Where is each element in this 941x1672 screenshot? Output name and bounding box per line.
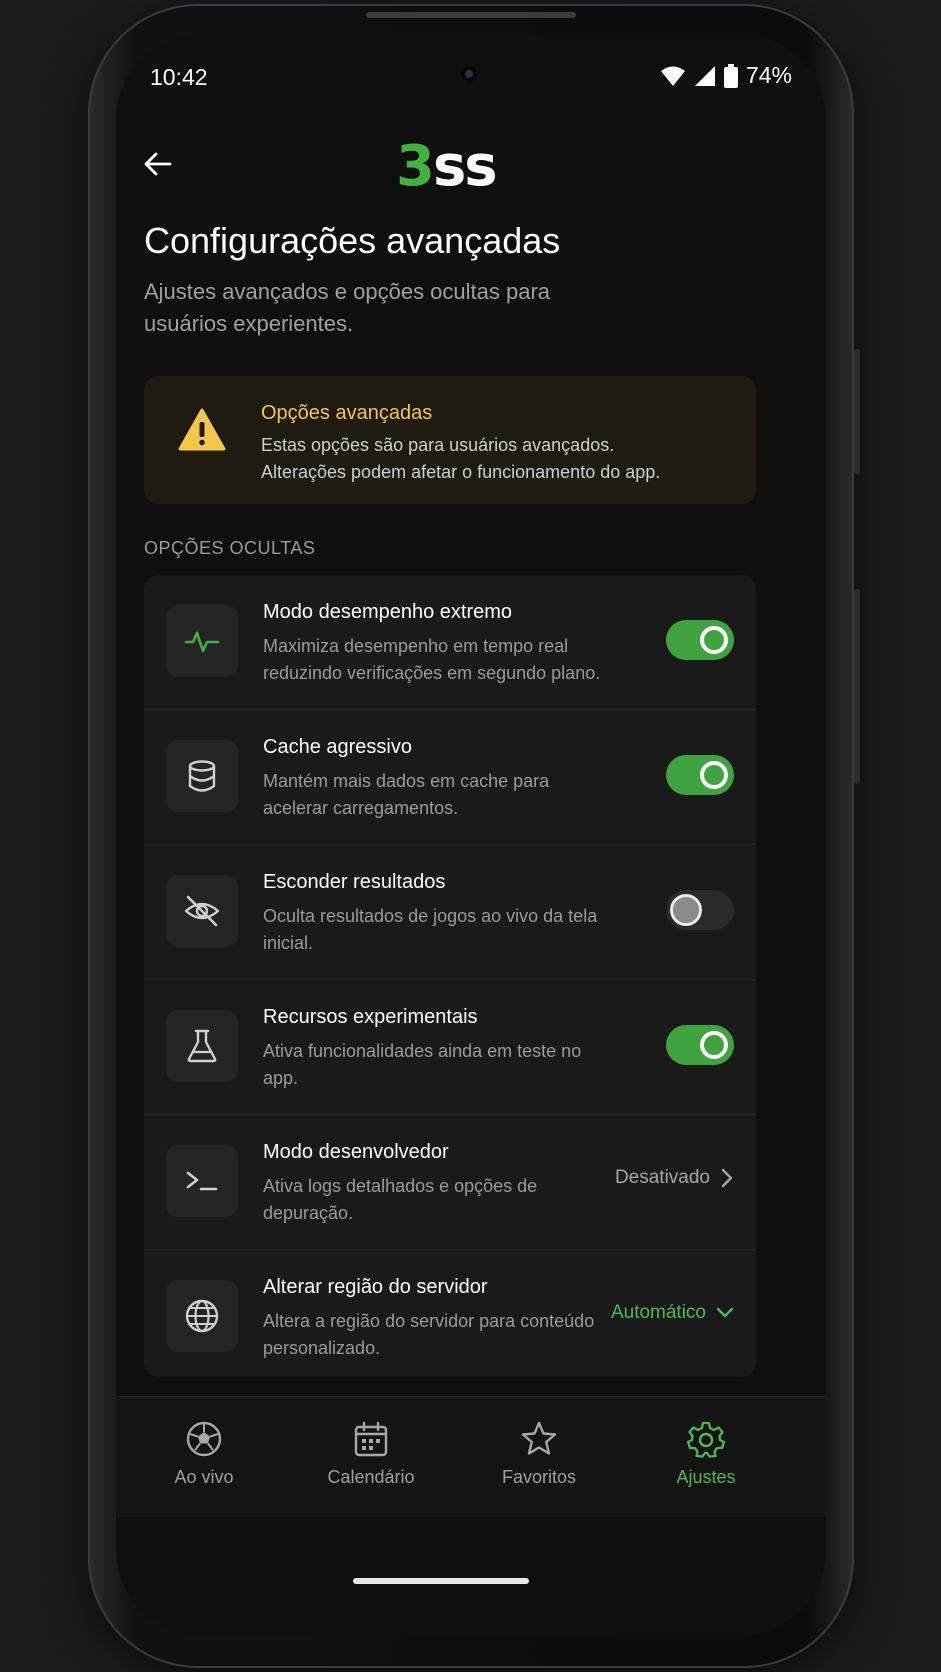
- warning-line-1: Estas opções são para usuários avançados…: [261, 435, 615, 455]
- server-region-dropdown[interactable]: Automático: [611, 1302, 734, 1324]
- setting-description: Ativa logs detalhados e opções de depura…: [263, 1176, 538, 1223]
- nav-label: Favoritos: [501, 1467, 577, 1487]
- setting-description: Altera a região do servidor para conteúd…: [263, 1311, 595, 1358]
- chevron-down-icon: [716, 1307, 734, 1318]
- setting-server-region[interactable]: Alterar região do servidor Altera a regi…: [144, 1250, 756, 1377]
- setting-experimental-features[interactable]: Recursos experimentais Ativa funcionalid…: [144, 980, 756, 1115]
- status-time: 10:42: [150, 64, 208, 90]
- setting-icon-box: [166, 1280, 238, 1352]
- setting-title: Modo desenvolvedor: [263, 1141, 449, 1163]
- star-icon: [521, 1421, 557, 1455]
- toggle-knob: [670, 894, 702, 926]
- page-title: Configurações avançadas: [144, 220, 561, 261]
- setting-title: Modo desempenho extremo: [263, 601, 513, 623]
- setting-icon-box: [166, 1145, 238, 1217]
- warning-banner: Opções avançadas Estas opções são para u…: [144, 376, 756, 504]
- developer-mode-status: Desativado: [614, 1167, 710, 1188]
- nav-item-ao-vivo[interactable]: Ao vivo: [134, 1417, 274, 1497]
- section-label: OPÇÕES OCULTAS: [144, 538, 316, 558]
- setting-title: Alterar região do servidor: [263, 1276, 488, 1298]
- setting-performance-mode[interactable]: Modo desempenho extremo Maximiza desempe…: [144, 575, 756, 710]
- logo-text: ss: [432, 134, 498, 199]
- toggle-knob: [700, 1031, 728, 1059]
- front-camera: [461, 66, 477, 82]
- page-subtitle: Ajustes avançados e opções ocultas para …: [144, 279, 551, 336]
- app-header: 3ss: [116, 134, 826, 204]
- setting-title: Esconder resultados: [263, 871, 446, 893]
- setting-aggressive-cache[interactable]: Cache agressivo Mantém mais dados em cac…: [144, 710, 756, 845]
- globe-icon: [185, 1299, 219, 1333]
- signal-icon: [694, 65, 715, 86]
- developer-mode-value[interactable]: Desativado: [615, 1167, 734, 1189]
- setting-description: Maximiza desempenho em tempo real reduzi…: [263, 636, 601, 683]
- battery-percent: 74%: [745, 62, 792, 88]
- setting-icon-box: [166, 875, 238, 947]
- app-logo: 3ss: [396, 134, 498, 199]
- calendar-icon: [354, 1421, 388, 1457]
- arrow-left-icon: [144, 152, 172, 176]
- eye-off-icon: [184, 895, 220, 927]
- performance-mode-toggle[interactable]: [666, 620, 734, 660]
- status-bar: 10:42 74%: [116, 34, 826, 114]
- nav-label: Ajustes: [676, 1467, 736, 1487]
- soccer-ball-icon: [186, 1421, 222, 1457]
- toggle-knob: [700, 626, 728, 654]
- battery-icon: [723, 63, 738, 88]
- setting-description: Mantém mais dados em cache para acelerar…: [263, 771, 550, 818]
- setting-icon-box: [166, 605, 238, 677]
- terminal-icon: [186, 1171, 218, 1191]
- nav-item-favoritos[interactable]: Favoritos: [469, 1417, 609, 1497]
- nav-item-ajustes[interactable]: Ajustes: [636, 1417, 776, 1497]
- activity-icon: [184, 631, 220, 653]
- app-screen: 10:42 74% 3ss Configurações avançadas Aj…: [116, 34, 826, 1636]
- speaker-slot: [366, 12, 576, 18]
- toggle-knob: [700, 761, 728, 789]
- settings-list: Modo desempenho extremo Maximiza desempe…: [144, 575, 756, 1377]
- warning-title: Opções avançadas: [261, 402, 433, 424]
- volume-button: [854, 349, 860, 474]
- chevron-right-icon: [721, 1168, 733, 1188]
- setting-description: Oculta resultados de jogos ao vivo da te…: [263, 906, 598, 953]
- setting-icon-box: [166, 740, 238, 812]
- nav-item-calendario[interactable]: Calendário: [301, 1417, 441, 1497]
- setting-description: Ativa funcionalidades ainda em teste no …: [263, 1041, 582, 1088]
- server-region-selected: Automático: [610, 1302, 706, 1323]
- hide-results-toggle[interactable]: [666, 890, 734, 930]
- back-button[interactable]: [136, 142, 180, 186]
- bottom-navigation: Ao vivo Calendário Favoritos Ajustes: [116, 1396, 826, 1517]
- warning-description: Estas opções são para usuários avançados…: [261, 432, 721, 486]
- setting-title: Recursos experimentais: [263, 1006, 478, 1028]
- logo-accent: 3: [396, 134, 435, 199]
- setting-title: Cache agressivo: [263, 736, 412, 758]
- database-icon: [188, 760, 216, 792]
- gear-icon: [687, 1421, 725, 1458]
- flask-icon: [187, 1029, 217, 1063]
- nav-label: Calendário: [327, 1467, 415, 1487]
- aggressive-cache-toggle[interactable]: [666, 755, 734, 795]
- wifi-icon: [660, 66, 685, 86]
- nav-label: Ao vivo: [174, 1467, 234, 1487]
- warning-icon: [178, 408, 226, 451]
- home-indicator[interactable]: [353, 1578, 529, 1584]
- status-icons: 74%: [660, 62, 792, 89]
- setting-developer-mode[interactable]: Modo desenvolvedor Ativa logs detalhados…: [144, 1115, 756, 1250]
- setting-hide-results[interactable]: Esconder resultados Oculta resultados de…: [144, 845, 756, 980]
- setting-icon-box: [166, 1010, 238, 1082]
- warning-line-2: Alterações podem afetar o funcionamento …: [261, 462, 661, 482]
- power-button: [854, 589, 860, 784]
- experimental-features-toggle[interactable]: [666, 1025, 734, 1065]
